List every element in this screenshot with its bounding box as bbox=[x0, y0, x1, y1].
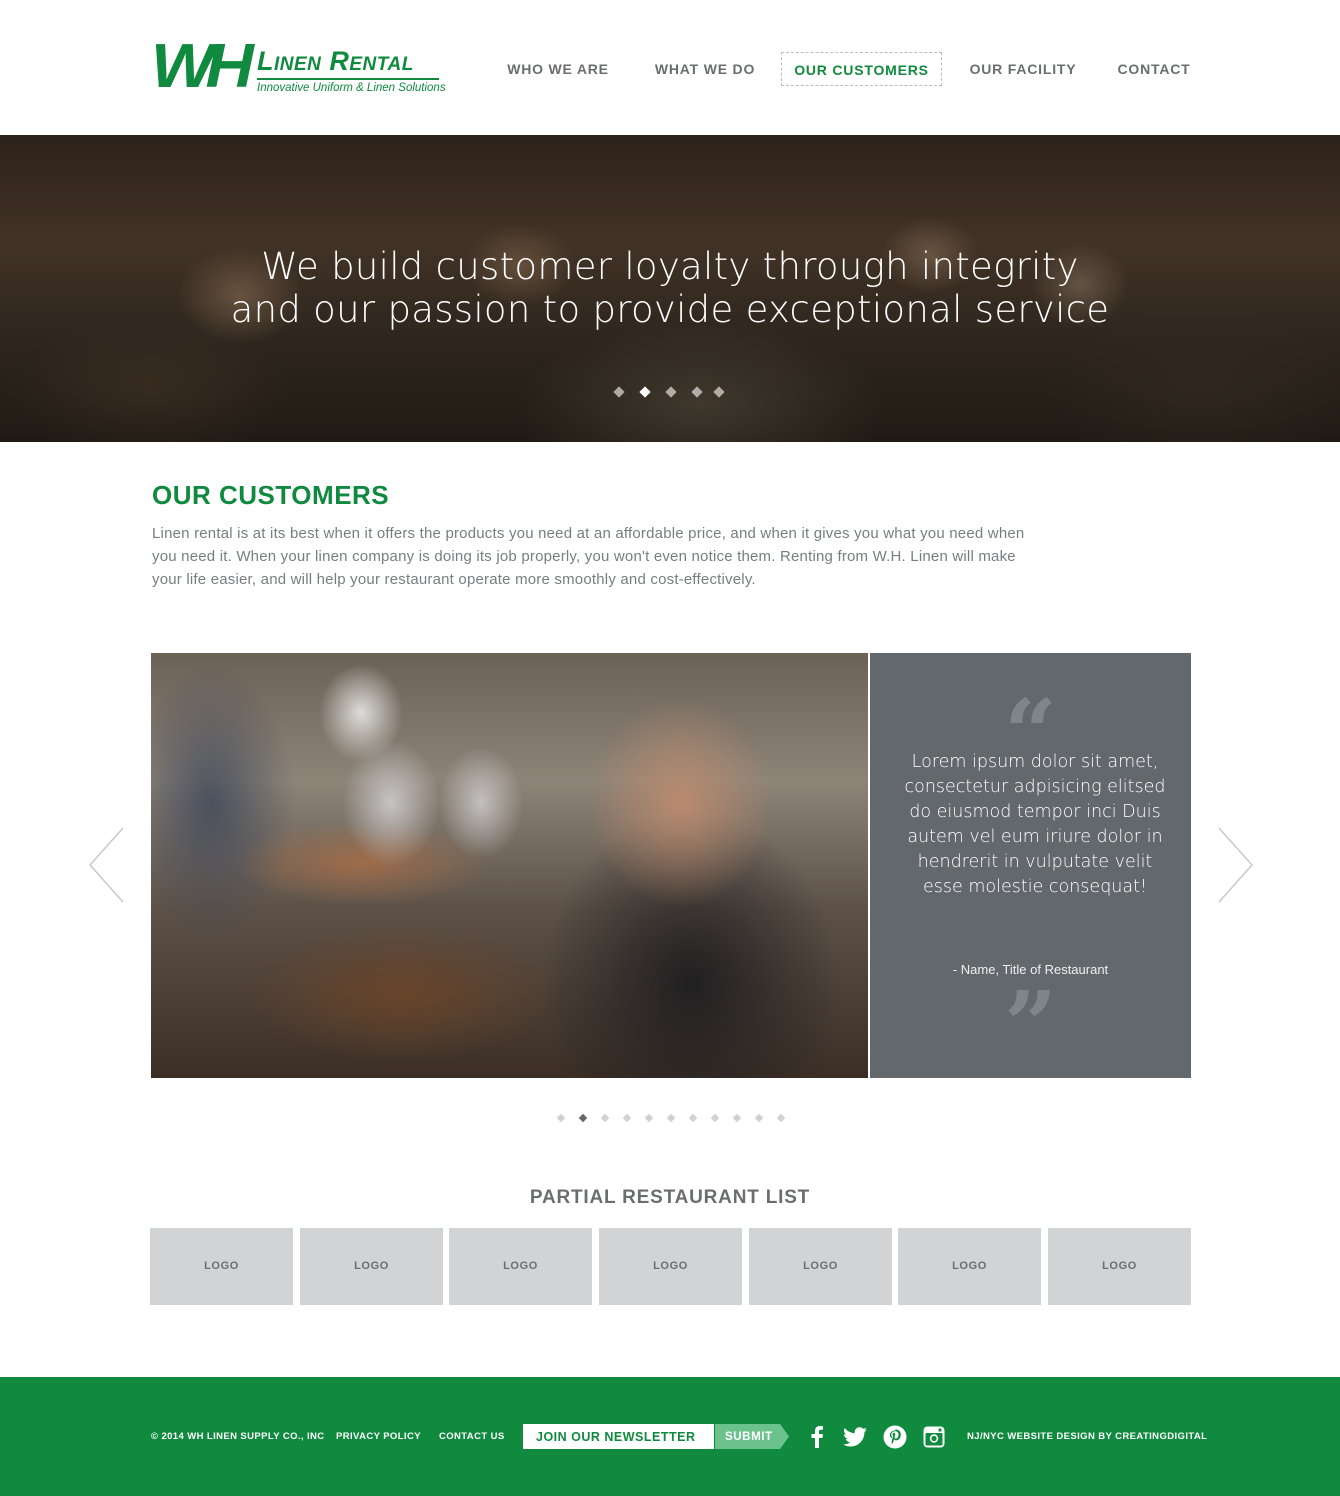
restaurant-logo[interactable]: LOGO bbox=[749, 1228, 892, 1305]
slider-prev-button[interactable] bbox=[87, 826, 127, 904]
testimonial-slider: “ Lorem ipsum dolor sit amet, consectetu… bbox=[151, 653, 1191, 1078]
hero-line-1: We build customer loyalty through integr… bbox=[261, 245, 1079, 288]
privacy-policy-link[interactable]: PRIVACY POLICY bbox=[336, 1431, 421, 1442]
brand-tagline: Innovative Uniform & Linen Solutions bbox=[257, 82, 446, 94]
chevron-left-icon bbox=[88, 827, 124, 903]
slider-dot[interactable] bbox=[666, 1113, 676, 1123]
close-quote-icon: ” bbox=[1004, 971, 1057, 1079]
slider-dot[interactable] bbox=[776, 1113, 786, 1123]
restaurant-logo[interactable]: LOGO bbox=[150, 1228, 293, 1305]
newsletter-submit-button[interactable]: SUBMIT bbox=[715, 1424, 789, 1449]
newsletter-input[interactable] bbox=[523, 1424, 714, 1449]
slider-dot[interactable] bbox=[556, 1113, 566, 1123]
page-title: OUR CUSTOMERS bbox=[152, 480, 390, 510]
restaurant-logo[interactable]: LOGO bbox=[300, 1228, 443, 1305]
hero-line-2: and our passion to provide exceptional s… bbox=[230, 288, 1110, 331]
restaurant-logo[interactable]: LOGO bbox=[449, 1228, 592, 1305]
nav-what-we-do[interactable]: WHAT WE DO bbox=[640, 52, 770, 86]
slider-dot[interactable] bbox=[622, 1113, 632, 1123]
hero-banner: We build customer loyalty through integr… bbox=[0, 135, 1340, 442]
logo-rule bbox=[257, 78, 439, 80]
slider-dot[interactable] bbox=[688, 1113, 698, 1123]
nav-who-we-are[interactable]: WHO WE ARE bbox=[490, 52, 626, 86]
restaurant-logo-list: LOGO LOGO LOGO LOGO LOGO LOGO LOGO bbox=[150, 1228, 1192, 1305]
slider-dot[interactable] bbox=[644, 1113, 654, 1123]
nav-our-facility[interactable]: OUR FACILITY bbox=[959, 52, 1087, 86]
slider-dot[interactable] bbox=[600, 1113, 610, 1123]
intro-paragraph: Linen rental is at its best when it offe… bbox=[152, 525, 1025, 588]
facebook-icon bbox=[811, 1426, 823, 1448]
contact-us-link[interactable]: CONTACT US bbox=[439, 1431, 505, 1442]
copyright: © 2014 WH LINEN SUPPLY CO., INC bbox=[151, 1431, 325, 1442]
pinterest-link[interactable] bbox=[882, 1424, 908, 1450]
chevron-right-icon bbox=[1218, 827, 1254, 903]
twitter-link[interactable] bbox=[842, 1424, 868, 1450]
restaurant-list-title: PARTIAL RESTAURANT LIST bbox=[529, 1187, 811, 1208]
facebook-link[interactable] bbox=[804, 1424, 830, 1450]
slider-dot[interactable] bbox=[710, 1113, 720, 1123]
nav-contact[interactable]: CONTACT bbox=[1107, 52, 1201, 86]
restaurant-logo[interactable]: LOGO bbox=[599, 1228, 742, 1305]
brand-name: Linen Rental bbox=[257, 46, 414, 76]
slider-dot-active[interactable] bbox=[578, 1113, 588, 1123]
testimonial-panel: “ Lorem ipsum dolor sit amet, consectetu… bbox=[870, 653, 1191, 1078]
slider-dot[interactable] bbox=[732, 1113, 742, 1123]
instagram-icon bbox=[923, 1426, 945, 1448]
site-header: WH Linen Rental Innovative Uniform & Lin… bbox=[0, 0, 1340, 135]
twitter-icon bbox=[843, 1427, 867, 1447]
instagram-link[interactable] bbox=[921, 1424, 947, 1450]
restaurant-logo[interactable]: LOGO bbox=[1048, 1228, 1191, 1305]
logo-mark: WH bbox=[151, 32, 254, 101]
slider-dot[interactable] bbox=[754, 1113, 764, 1123]
design-credit[interactable]: NJ/NYC WEBSITE DESIGN BY CREATINGDIGITAL bbox=[967, 1431, 1207, 1442]
site-footer: © 2014 WH LINEN SUPPLY CO., INC PRIVACY … bbox=[0, 1377, 1340, 1496]
nav-our-customers[interactable]: OUR CUSTOMERS bbox=[781, 52, 942, 86]
brand-logo[interactable]: WH Linen Rental Innovative Uniform & Lin… bbox=[151, 36, 446, 98]
testimonial-pagination bbox=[556, 1113, 788, 1125]
customer-photo bbox=[151, 653, 868, 1078]
testimonial-quote: Lorem ipsum dolor sit amet, consectetur … bbox=[904, 752, 1166, 897]
restaurant-logo[interactable]: LOGO bbox=[898, 1228, 1041, 1305]
main-nav: WHO WE ARE WHAT WE DO OUR CUSTOMERS OUR … bbox=[490, 52, 1200, 88]
hero-headline: We build customer loyalty through integr… bbox=[0, 245, 1340, 331]
slider-next-button[interactable] bbox=[1215, 826, 1255, 904]
pinterest-icon bbox=[883, 1425, 907, 1449]
